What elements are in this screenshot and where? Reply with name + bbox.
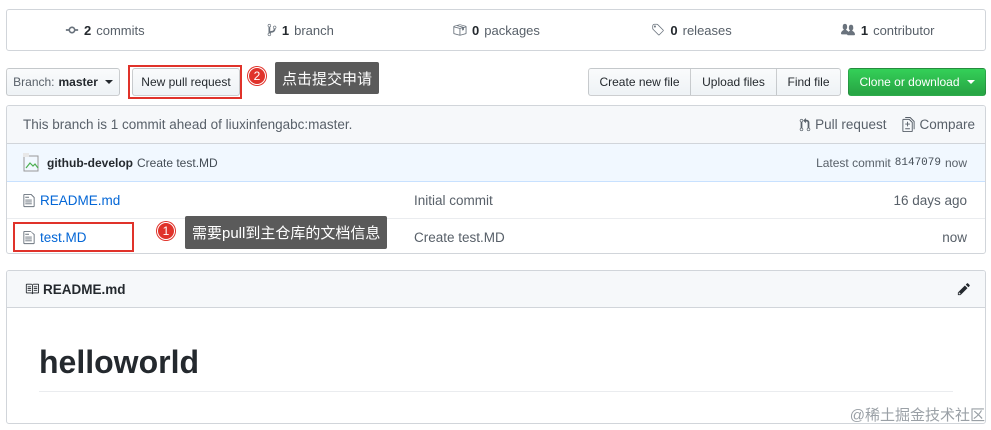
- chevron-down-icon: [104, 80, 113, 84]
- file-icon: [23, 193, 35, 207]
- clone-or-download-button[interactable]: Clone or download: [848, 68, 986, 96]
- branches-stat[interactable]: 1 branch: [203, 10, 399, 50]
- releases-stat[interactable]: 0 releases: [594, 10, 790, 50]
- tag-icon: [652, 23, 665, 36]
- annotation-tip-1: 需要pull到主仓库的文档信息: [185, 216, 388, 249]
- branch-name: master: [58, 75, 98, 89]
- contributors-label: contributor: [873, 22, 935, 38]
- pull-request-link[interactable]: Pull request: [799, 117, 886, 132]
- latest-commit-label: Latest commit: [816, 155, 891, 170]
- create-new-file-label: Create new file: [599, 75, 680, 89]
- repo-stats-bar: 2 commits 1 branch 0 packages 0 releases…: [6, 9, 986, 51]
- commits-count: 2: [83, 22, 92, 38]
- file-commit-message[interactable]: Create test.MD: [414, 230, 942, 245]
- file-navigation-table: This branch is 1 commit ahead of liuxinf…: [6, 105, 986, 254]
- branches-count: 1: [281, 22, 290, 38]
- contributors-count: 1: [860, 22, 869, 38]
- find-file-label: Find file: [787, 75, 830, 89]
- upload-files-button[interactable]: Upload files: [690, 68, 777, 96]
- commit-author[interactable]: github-develop: [47, 156, 133, 170]
- annotation-box-test-file: [13, 222, 134, 252]
- readme-panel: README.md helloworld: [6, 270, 986, 424]
- file-row: README.md Initial commit 16 days ago: [7, 182, 985, 219]
- commit-message[interactable]: Create test.MD: [137, 156, 218, 170]
- contributors-stat[interactable]: 1 contributor: [789, 10, 985, 50]
- compare-link[interactable]: Compare: [902, 117, 975, 132]
- packages-label: packages: [484, 22, 540, 38]
- branch-select-button[interactable]: Branch: master: [6, 68, 120, 96]
- create-new-file-button[interactable]: Create new file: [588, 68, 691, 96]
- releases-count: 0: [670, 22, 678, 38]
- file-age: now: [942, 230, 967, 245]
- annotation-badge-1: 1: [157, 222, 175, 240]
- avatar-broken-image-icon: [23, 152, 39, 171]
- file-age: 16 days ago: [893, 192, 967, 208]
- people-icon: [840, 23, 855, 36]
- commits-icon: [65, 26, 79, 34]
- branch-prefix: Branch:: [13, 75, 55, 89]
- diff-icon: [902, 117, 916, 132]
- branch-icon: [267, 23, 277, 37]
- readme-heading: helloworld: [39, 344, 953, 392]
- annotation-tip-2: 点击提交申请: [275, 62, 380, 94]
- readme-header: README.md: [7, 271, 985, 308]
- pencil-icon[interactable]: [957, 282, 971, 296]
- watermark: @稀土掘金技术社区: [849, 407, 985, 424]
- git-pull-request-icon: [799, 117, 811, 131]
- upload-files-label: Upload files: [702, 75, 765, 89]
- annotation-box-new-pr: [128, 65, 242, 99]
- package-icon: [453, 24, 467, 36]
- branch-status-bar: This branch is 1 commit ahead of liuxinf…: [7, 106, 985, 144]
- releases-label: releases: [682, 22, 732, 38]
- file-row: test.MD Create test.MD now: [7, 219, 985, 253]
- latest-commit-row: github-develop Create test.MD Latest com…: [7, 144, 985, 182]
- commits-stat[interactable]: 2 commits: [7, 10, 203, 50]
- commit-time: now: [944, 155, 967, 170]
- clone-or-download-label: Clone or download: [859, 75, 960, 89]
- branch-ahead-text: This branch is 1 commit ahead of liuxinf…: [23, 117, 353, 132]
- branches-label: branch: [294, 22, 334, 38]
- packages-stat[interactable]: 0 packages: [398, 10, 594, 50]
- book-icon: [25, 283, 39, 295]
- file-commit-message[interactable]: Initial commit: [414, 193, 893, 208]
- pull-request-label: Pull request: [815, 117, 887, 132]
- find-file-button[interactable]: Find file: [776, 68, 841, 96]
- packages-count: 0: [472, 22, 480, 38]
- chevron-down-icon: [966, 80, 975, 84]
- file-name-link[interactable]: README.md: [40, 193, 120, 208]
- compare-label: Compare: [919, 117, 975, 132]
- commit-sha[interactable]: 8147079: [895, 157, 941, 169]
- annotation-badge-2: 2: [248, 67, 266, 85]
- commits-label: commits: [96, 22, 145, 38]
- readme-filename: README.md: [43, 281, 126, 297]
